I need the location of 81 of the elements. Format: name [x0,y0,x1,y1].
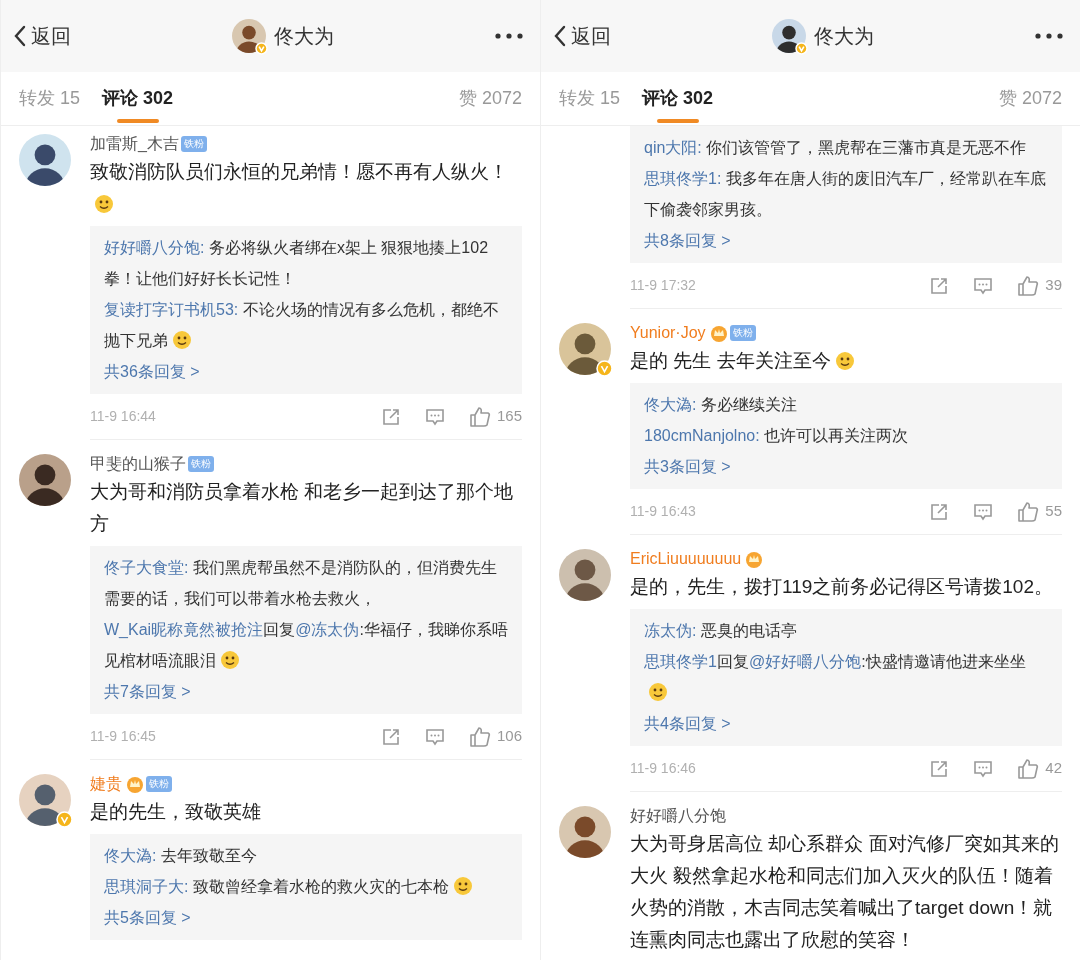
timestamp: 11-9 16:43 [630,502,696,521]
fan-tag: 铁粉 [188,456,214,472]
avatar[interactable] [19,454,71,506]
reply-text: 冻太伪: 恶臭的电话亭 [644,621,798,641]
more-replies-link[interactable]: 共3条回复 > [644,451,731,483]
avatar[interactable] [559,549,611,601]
reply-text: 好好嚼八分饱: 务必将纵火者绑在x架上 狠狠地揍上102拳！让他们好好长长记性！ [104,238,490,289]
avatar[interactable] [771,19,806,53]
username[interactable]: 婕贵 [90,772,122,796]
tab[interactable]: 赞 2072 [998,71,1062,126]
more-replies-link[interactable]: 共8条回复 > [644,225,731,257]
like-button[interactable]: 39 [1017,274,1062,297]
username[interactable]: EricLiuuuuuuuu [630,547,742,571]
page-title: 佟大为 [813,24,874,49]
timestamp: 11-9 16:45 [90,727,156,746]
thumbs-up-icon [1017,757,1040,780]
fan-tag: 铁粉 [180,136,207,152]
avatar[interactable] [559,323,611,375]
thumbs-up-icon [1017,274,1040,297]
comment-icon[interactable] [973,758,994,779]
comment-icon[interactable] [424,726,445,747]
share-icon[interactable] [929,501,950,522]
comment-icon[interactable] [973,501,994,522]
like-button[interactable]: 55 [1017,500,1062,523]
like-button[interactable]: 165 [468,405,522,428]
share-icon[interactable] [380,406,401,427]
username[interactable]: 甲斐的山猴子 [90,452,186,476]
username[interactable]: 加雷斯_木吉 [90,132,179,156]
reply-text: 复读打字订书机53: 不论火场的情况有多么危机，都绝不抛下兄弟 [104,300,500,352]
comment-text: 大为哥身居高位 却心系群众 面对汽修厂突如其来的大火 毅然拿起水枪和同志们加入灭火的队伍！随着火势的消散，木吉同志笑着喊出了target down！就连熏肉同志也露出了欣慰的笑容！ [630,832,1060,952]
avatar[interactable] [559,806,611,858]
timestamp: 11-9 16:44 [90,407,156,426]
like-button[interactable]: 106 [468,725,522,748]
tab[interactable]: 赞 2072 [458,71,522,126]
reply-text: 佟大溈: 去年致敬至今 [104,846,258,866]
reply-text: 思琪洞子大: 致敬曾经拿着水枪的救火灾的七本枪 [104,871,508,902]
username[interactable]: 好好嚼八分饱 [630,804,726,828]
more-replies-link[interactable]: 共5条回复 > [104,902,191,934]
chevron-left-icon [13,24,27,48]
tab[interactable]: 评论 302 [102,71,174,126]
thumbs-up-icon [468,405,491,428]
back-button[interactable]: 返回 [13,21,71,51]
thumbs-up-icon [468,725,491,748]
chevron-left-icon [553,24,567,48]
reply-text: 思琪佟学1回复@好好嚼八分饱:快盛情邀请他进来坐坐 [644,646,1048,708]
page-title: 佟大为 [273,24,334,49]
reply-text: 佟大溈: 务必继续关注 [644,395,798,415]
avatar[interactable] [231,19,266,53]
comment-text: 是的 先生 去年关注至今 [630,345,1062,377]
reply-text: qin大阳: 你们该管管了，黑虎帮在三藩市真是无恶不作 [644,138,1028,158]
fan-tag: 铁粉 [729,325,756,341]
more-icon[interactable] [1034,32,1064,40]
comment-text: 是的，先生，拨打119之前务必记得区号请拨102。 [630,575,1054,599]
reply-text: W_Kai昵称竟然被抢注回复@冻太伪:华福仔，我睇你系唔见棺材唔流眼泪 [104,620,508,672]
avatar[interactable] [19,774,71,826]
timestamp: 11-9 17:32 [630,276,696,295]
tab[interactable]: 评论 302 [642,71,714,126]
share-icon[interactable] [929,275,950,296]
share-icon[interactable] [380,726,401,747]
avatar[interactable] [19,134,71,186]
comment-icon[interactable] [424,406,445,427]
timestamp: 11-9 16:46 [630,759,696,778]
comment-text: 是的先生，致敬英雄 [90,800,262,824]
more-replies-link[interactable]: 共4条回复 > [644,708,731,740]
share-icon[interactable] [929,758,950,779]
comment-icon[interactable] [973,275,994,296]
tab[interactable]: 转发 15 [559,71,621,126]
reply-text: 佟子大食堂: 我们黑虎帮虽然不是消防队的，但消费先生需要的话，我们可以带着水枪去救火， [104,558,498,609]
username[interactable]: Yunior·Joy [630,321,706,345]
back-button[interactable]: 返回 [553,21,611,51]
more-replies-link[interactable]: 共7条回复 > [104,676,191,708]
reply-text: 思琪佟学1: 我多年在唐人街的废旧汽车厂，经常趴在车底下偷袭邻家男孩。 [644,169,1047,220]
more-icon[interactable] [494,32,524,40]
like-button[interactable]: 42 [1017,757,1062,780]
reply-text: 180cmNanjolno: 也许可以再关注两次 [644,426,910,446]
fan-tag: 铁粉 [146,776,172,792]
comment-text: 大为哥和消防员拿着水枪 和老乡一起到达了那个地方 [90,480,515,536]
tab[interactable]: 转发 15 [19,71,81,126]
more-replies-link[interactable]: 共36条回复 > [104,356,200,388]
thumbs-up-icon [1017,500,1040,523]
comment-text: 致敬消防队员们永恒的兄弟情！愿不再有人纵火！ [90,156,522,220]
